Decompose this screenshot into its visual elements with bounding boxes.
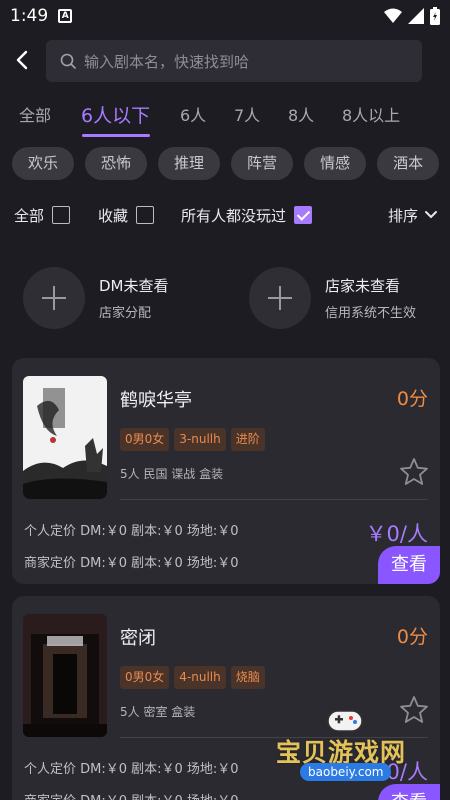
tab-7[interactable]: 7人 [234,98,260,134]
tab-all[interactable]: 全部 [19,98,51,134]
store-unviewed-action[interactable]: 店家未查看 信用系统不生效 [249,267,416,329]
script-tags: 0男0女 3-nullh 进阶 [120,428,265,451]
tab-6[interactable]: 6人 [180,98,206,134]
script-tag: 3-nullh [174,428,226,451]
filter-unplayed[interactable]: 所有人都没玩过 [181,202,313,228]
script-tag: 4-nullh [174,666,226,689]
price-per-person: ￥0/人 [365,522,428,546]
tab-over-8[interactable]: 8人以上 [342,98,400,134]
script-tag: 0男0女 [120,428,170,451]
filter-unplayed-checkbox[interactable] [294,206,313,224]
filter-favorite[interactable]: 收藏 [98,202,155,228]
script-tags: 0男0女 4-nullh 烧脑 [120,666,265,689]
genre-chip[interactable]: 酒本 [377,147,440,180]
accessibility-badge-icon: A [58,9,73,23]
quick-actions: DM未查看 店家分配 店家未查看 信用系统不生效 [0,267,450,329]
script-meta: 5人 密室 盒装 [120,705,196,719]
script-score: 0分 [396,626,428,648]
search-input[interactable]: 输入剧本名，快速找到哈 [46,40,422,82]
script-title: 鹤唳华亭 [120,390,192,411]
cellular-signal-icon [408,8,424,24]
filter-favorite-checkbox[interactable] [136,206,155,224]
genre-chip[interactable]: 恐怖 [85,147,148,180]
tab-8[interactable]: 8人 [288,98,314,134]
filter-all[interactable]: 全部 [14,202,71,228]
active-tab-indicator [82,134,150,137]
filter-all-label: 全部 [14,206,45,225]
chevron-down-icon [425,211,437,219]
sort-button[interactable]: 排序 [388,202,438,228]
search-icon [60,53,76,69]
script-title: 密闭 [120,628,156,649]
personal-price: 个人定价 DM:￥0 剧本:￥0 场地:￥0 [24,524,239,539]
genre-chip[interactable]: 推理 [158,147,221,180]
watermark-url: baobeiy.com [300,763,392,781]
dm-unviewed-action[interactable]: DM未查看 店家分配 [23,267,169,329]
plus-icon [23,267,85,329]
back-button[interactable] [0,38,44,82]
divider [120,499,428,500]
quick-action-subtitle: 店家分配 [99,306,152,321]
genre-chip[interactable]: 情感 [304,147,367,180]
chevron-left-icon [16,50,28,70]
filter-row: 全部 收藏 所有人都没玩过 排序 [0,202,450,228]
quick-action-title: DM未查看 [99,277,169,295]
gamepad-icon [327,710,363,732]
script-meta: 5人 民国 谍战 盒装 [120,467,224,481]
merchant-price: 商家定价 DM:￥0 剧本:￥0 场地:￥0 [24,556,239,571]
tab-under-6[interactable]: 6人以下 [81,98,150,134]
filter-favorite-label: 收藏 [98,206,129,225]
quick-action-subtitle: 信用系统不生效 [325,306,417,321]
genre-chip[interactable]: 阵营 [231,147,294,180]
view-button[interactable]: 查看 [378,784,440,800]
top-bar: 输入剧本名，快速找到哈 [0,38,450,82]
filter-unplayed-label: 所有人都没玩过 [181,206,287,225]
script-tag: 0男0女 [120,666,170,689]
script-tag: 烧脑 [230,666,265,689]
watermark-logo: 宝贝游戏网 baobeiy.com [272,705,422,785]
status-time: 1:49 [10,6,49,26]
personal-price: 个人定价 DM:￥0 剧本:￥0 场地:￥0 [24,762,239,777]
merchant-price: 商家定价 DM:￥0 剧本:￥0 场地:￥0 [24,790,239,800]
script-card[interactable]: 鹤唳华亭 0分 0男0女 3-nullh 进阶 5人 民国 谍战 盒装 个人定价… [12,358,440,584]
script-cover-image [23,376,107,499]
filter-all-checkbox[interactable] [52,206,71,224]
genre-chip[interactable]: 欢乐 [12,147,75,180]
wifi-icon [384,8,402,23]
player-count-tabs: 全部 6人以下 6人 7人 8人 8人以上 [0,98,450,137]
quick-action-title: 店家未查看 [325,277,401,295]
view-button[interactable]: 查看 [378,546,440,584]
genre-chips: 欢乐 恐怖 推理 阵营 情感 酒本 [12,147,450,181]
search-placeholder: 输入剧本名，快速找到哈 [84,52,250,71]
script-score: 0分 [396,388,428,410]
script-cover-image [23,614,107,737]
star-icon[interactable] [398,456,430,488]
script-tag: 进阶 [230,428,265,451]
status-bar: 1:49 A [0,0,450,32]
battery-icon [430,7,440,25]
sort-label: 排序 [387,206,418,225]
plus-icon [249,267,311,329]
